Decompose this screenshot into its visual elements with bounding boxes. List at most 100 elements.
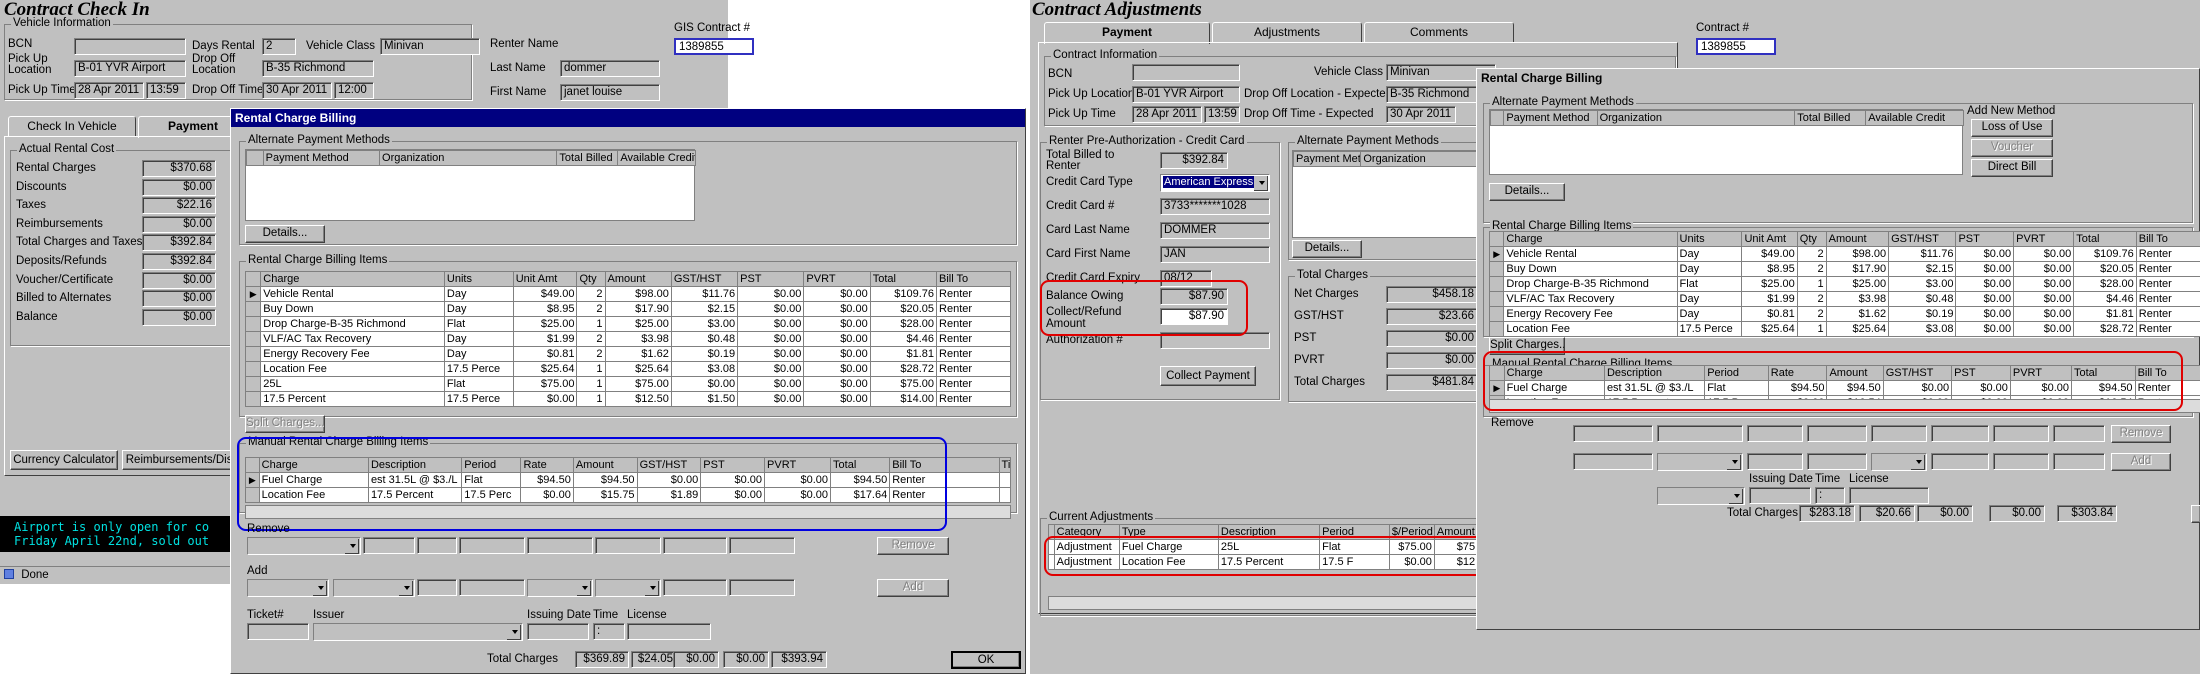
table-row[interactable]: ▶ Vehicle Rental Day $49.00 2 $98.00 $11.76 $0.… — [1488, 246, 2200, 262]
column-header[interactable]: Total Billed — [1794, 110, 1867, 126]
input-field[interactable] — [595, 537, 661, 554]
table-row[interactable]: Energy Recovery Fee Day $0.81 2 $1.62 $0.19 $0… — [244, 346, 1011, 362]
reimbursements-button[interactable]: Reimbursements/Disc — [122, 450, 242, 470]
direct-bill-button[interactable]: Direct Bill — [1971, 159, 2053, 177]
tab-payment[interactable]: Payment — [1044, 22, 1210, 44]
tab-adjustments[interactable]: Adjustments — [1212, 22, 1362, 42]
row-indicator[interactable] — [1488, 261, 1505, 277]
cost-value[interactable]: $392.84 — [142, 253, 216, 270]
time-field[interactable]: : — [1815, 487, 1845, 504]
card-first-name-field[interactable]: JAN — [1160, 246, 1270, 263]
select-field[interactable] — [247, 579, 329, 597]
license-field[interactable] — [1849, 487, 1929, 504]
input-field[interactable] — [1747, 425, 1803, 442]
dropoff-date-field[interactable]: 30 Apr 2011 — [262, 82, 332, 99]
table-row[interactable]: VLF/AC Tax Recovery Day $1.99 2 $3.98 $0.48 $0… — [1488, 291, 2200, 307]
column-header[interactable]: PST — [737, 271, 805, 287]
input-field[interactable] — [417, 537, 457, 554]
table-row[interactable]: Location Fee 17.5 Perce $25.64 1 $25.64 $3.08… — [244, 361, 1011, 377]
credit-card-number-field[interactable]: 3733*******1028 — [1160, 198, 1270, 215]
column-header[interactable]: Payment Method — [1292, 151, 1362, 167]
column-header[interactable]: PVRT — [803, 271, 871, 287]
input-field[interactable] — [417, 579, 457, 596]
input-field[interactable] — [1747, 453, 1803, 470]
table-row[interactable]: Drop Charge-B-35 Richmond Flat $25.00 1 $25.… — [244, 316, 1011, 332]
input-field[interactable] — [1573, 453, 1653, 470]
input-field[interactable] — [1871, 425, 1927, 442]
column-header[interactable]: Bill To — [936, 271, 1011, 287]
column-header[interactable]: GST/HST — [670, 271, 739, 287]
tab-comments[interactable]: Comments — [1364, 22, 1514, 42]
remove-button[interactable]: Remove — [877, 537, 949, 555]
table-row[interactable]: Drop Charge-B-35 Richmond Flat $25.00 1 $25.… — [1488, 276, 2200, 292]
add-button[interactable]: Add — [877, 579, 949, 597]
table-row[interactable]: VLF/AC Tax Recovery Day $1.99 2 $3.98 $0.48 $0… — [244, 331, 1011, 347]
row-indicator[interactable]: ▶ — [244, 286, 262, 302]
collect-payment-button[interactable]: Collect Payment — [1160, 366, 1256, 386]
column-header[interactable]: PVRT — [2013, 231, 2075, 247]
select-field[interactable] — [247, 537, 361, 555]
input-field[interactable] — [1807, 425, 1867, 442]
total-billed-field[interactable]: $392.84 — [1160, 152, 1228, 169]
dropoff-date-field[interactable]: 30 Apr 2011 — [1386, 106, 1456, 123]
select-field[interactable] — [1871, 453, 1927, 471]
row-indicator[interactable] — [244, 301, 262, 317]
table-row[interactable]: Energy Recovery Fee Day $0.81 2 $1.62 $0.19 $0… — [1488, 306, 2200, 322]
pickup-location-field[interactable]: B-01 YVR Airport — [74, 60, 186, 77]
column-header[interactable]: Available Credit — [617, 150, 696, 166]
pickup-time-field[interactable]: 13:59 — [146, 82, 186, 99]
bcn-field[interactable] — [1132, 64, 1240, 81]
ticket-field[interactable] — [247, 623, 309, 640]
voucher-button[interactable]: Voucher — [1971, 139, 2053, 157]
column-header[interactable]: Payment Method — [1503, 110, 1598, 126]
issuer-select[interactable] — [1657, 487, 1745, 505]
input-field[interactable] — [2053, 453, 2105, 470]
contract-number-field[interactable]: 1389855 — [1696, 38, 1776, 55]
cost-value[interactable]: $22.16 — [142, 197, 216, 215]
table-row[interactable]: ▶ Vehicle Rental Day $49.00 2 $98.00 $11.76 $0.… — [244, 286, 1011, 302]
license-field[interactable] — [627, 623, 711, 640]
time-field[interactable]: : — [593, 623, 625, 640]
row-indicator[interactable] — [244, 331, 262, 347]
cost-value[interactable]: $0.00 — [142, 178, 216, 196]
column-header[interactable]: Organization — [1596, 110, 1796, 126]
dropoff-time-field[interactable]: 12:00 — [334, 82, 374, 99]
row-indicator[interactable]: ▶ — [1488, 246, 1505, 262]
input-field[interactable] — [1807, 453, 1867, 470]
pickup-time-field[interactable]: 13:59 — [1204, 106, 1240, 123]
issuer-select[interactable] — [313, 623, 523, 641]
tab-check-in-vehicle[interactable]: Check In Vehicle — [8, 116, 136, 136]
cost-value[interactable]: $0.00 — [142, 290, 216, 308]
row-indicator[interactable] — [1488, 291, 1505, 307]
cost-value[interactable]: $0.00 — [142, 271, 216, 289]
days-rental-field[interactable]: 2 — [262, 38, 296, 55]
input-field[interactable] — [663, 537, 727, 554]
pickup-location-field[interactable]: B-01 YVR Airport — [1132, 86, 1240, 103]
column-header[interactable]: Amount — [1825, 231, 1890, 247]
last-name-field[interactable]: dommer — [560, 60, 660, 77]
column-header[interactable]: Organization — [379, 150, 558, 166]
input-field[interactable] — [1573, 425, 1653, 442]
column-header[interactable]: Charge — [1503, 231, 1678, 247]
row-indicator[interactable] — [1488, 321, 1505, 337]
alternate-payment-grid[interactable]: Payment Method Organization Total Billed Av… — [1489, 109, 1964, 175]
input-field[interactable] — [527, 537, 593, 554]
row-indicator[interactable] — [1488, 276, 1505, 292]
dropoff-location-field[interactable]: B-35 Richmond — [262, 60, 374, 77]
column-header[interactable]: Unit Amt — [1741, 231, 1798, 247]
vehicle-class-field[interactable]: Minivan — [380, 38, 480, 55]
select-field[interactable] — [595, 579, 661, 597]
row-indicator[interactable] — [1488, 306, 1505, 322]
credit-card-type-select[interactable]: American Express — [1160, 174, 1270, 192]
column-header[interactable]: Total Billed — [556, 150, 619, 166]
input-field[interactable] — [2053, 425, 2105, 442]
row-indicator[interactable] — [244, 361, 262, 377]
select-field[interactable] — [333, 579, 415, 597]
input-field[interactable] — [1993, 453, 2049, 470]
alternate-payment-grid[interactable]: Payment Method Organization Total Billed Av… — [245, 149, 696, 221]
row-indicator[interactable] — [244, 376, 262, 392]
select-field[interactable] — [1657, 453, 1743, 471]
column-header[interactable]: Available Credit — [1865, 110, 1964, 126]
table-row[interactable]: 17.5 Percent 17.5 Perce $0.00 1 $12.50 $1.50 $… — [244, 391, 1011, 407]
table-row[interactable]: Location Fee 17.5 Perce $25.64 1 $25.64 $3.08… — [1488, 321, 2200, 337]
